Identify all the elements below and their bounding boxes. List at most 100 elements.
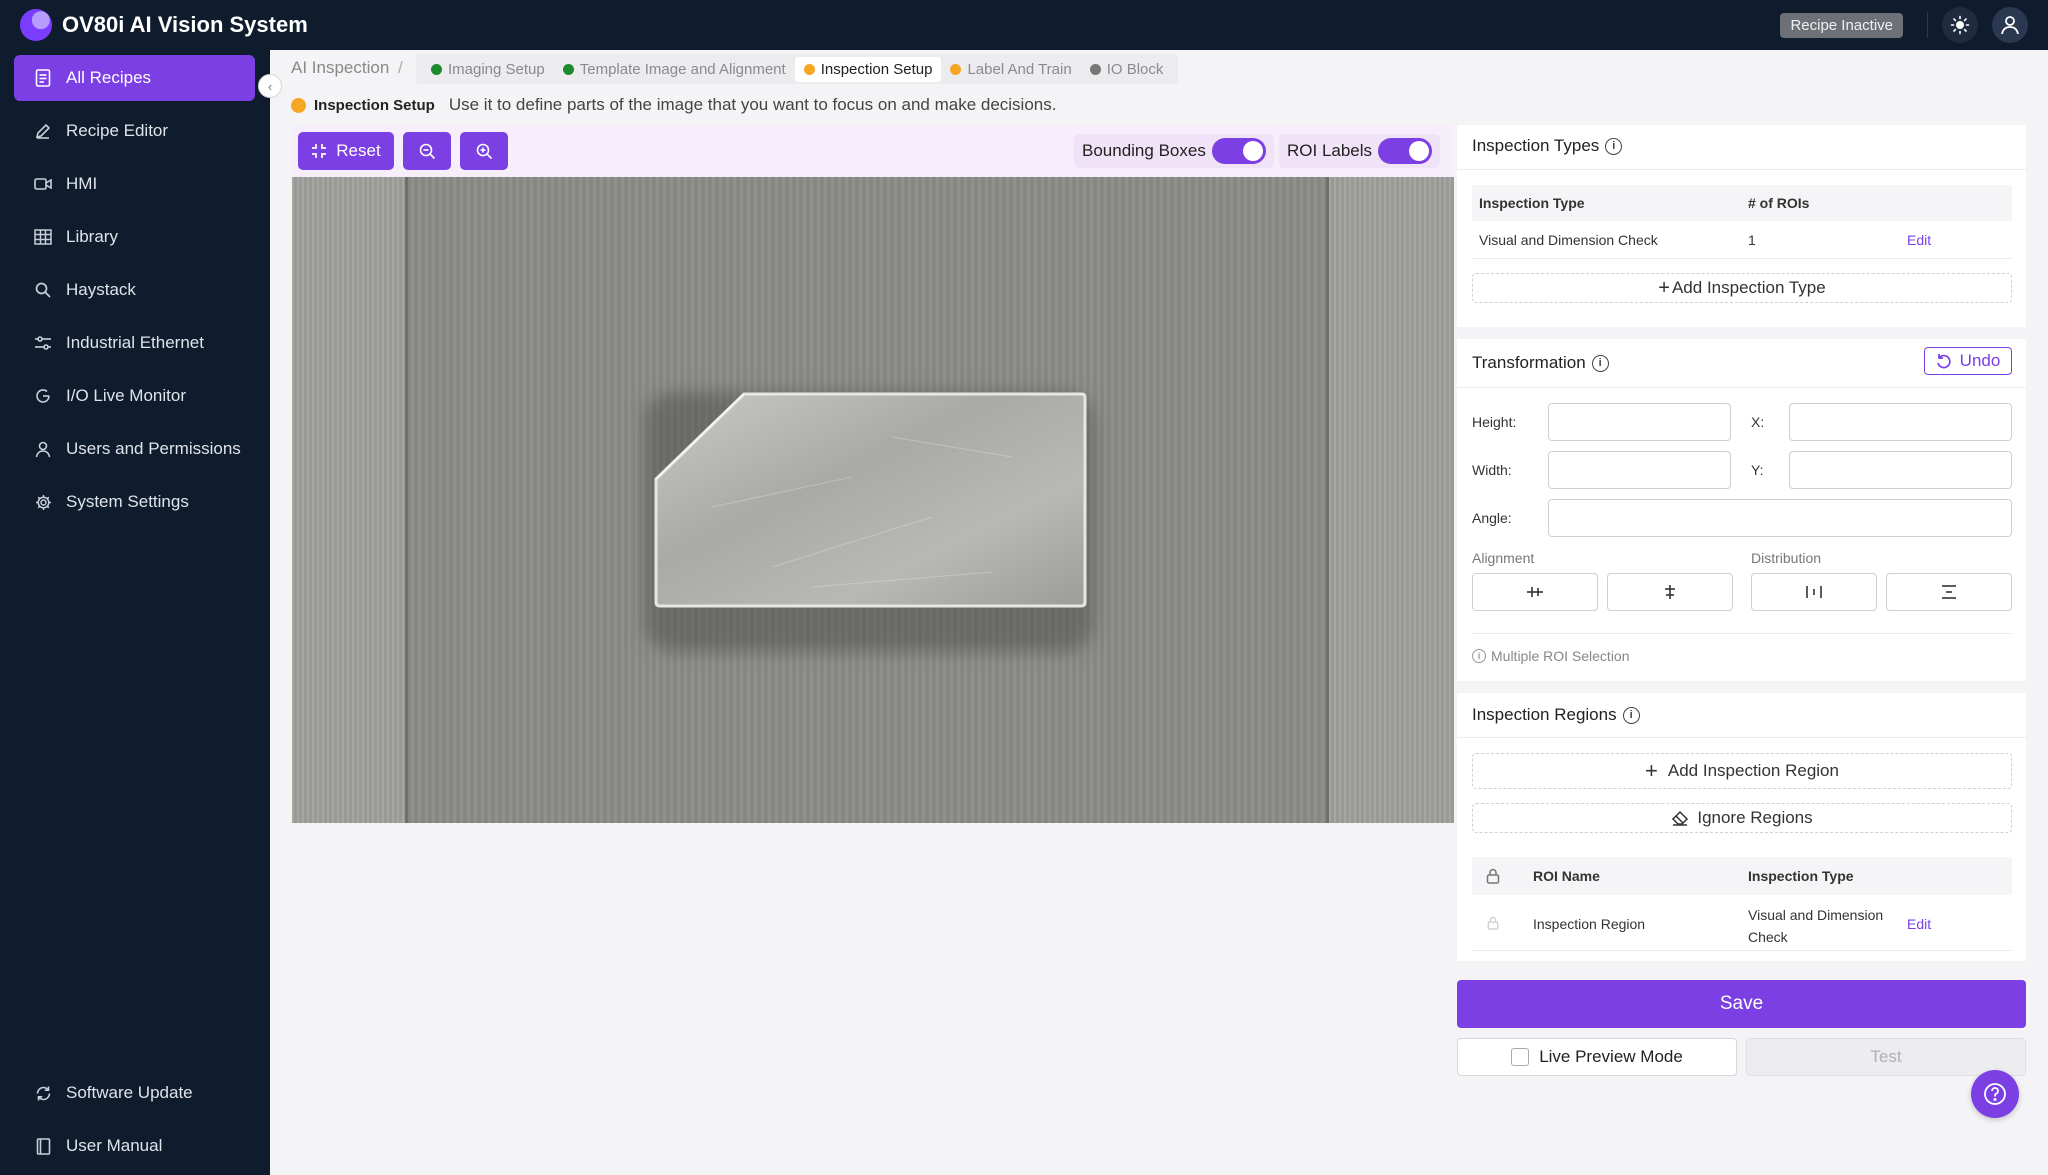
grid-icon xyxy=(32,229,54,245)
sidebar-item-software-update[interactable]: Software Update xyxy=(14,1070,255,1116)
col-region-inspection-type: Inspection Type xyxy=(1748,868,1854,884)
angle-input[interactable] xyxy=(1548,499,2012,537)
user-avatar-button[interactable] xyxy=(1992,7,2028,43)
breadcrumb-root[interactable]: AI Inspection xyxy=(291,58,389,78)
edit-region-link[interactable]: Edit xyxy=(1907,916,1931,932)
step-name: Inspection Setup xyxy=(314,96,435,114)
video-icon xyxy=(32,177,54,191)
sidebar-item-library[interactable]: Library xyxy=(14,214,255,260)
sidebar-item-all-recipes[interactable]: All Recipes xyxy=(14,55,255,101)
sidebar-item-users-permissions[interactable]: Users and Permissions xyxy=(14,426,255,472)
sidebar-item-label: User Manual xyxy=(66,1136,163,1155)
theme-toggle-button[interactable] xyxy=(1942,7,1978,43)
inspection-image[interactable] xyxy=(292,177,1454,823)
width-label: Width: xyxy=(1472,462,1512,478)
inspection-regions-title-text: Inspection Regions xyxy=(1472,705,1617,724)
test-button[interactable]: Test xyxy=(1746,1038,2026,1076)
sidebar-item-io-live-monitor[interactable]: I/O Live Monitor xyxy=(14,373,255,419)
align-vertical-center-button[interactable] xyxy=(1607,573,1733,611)
status-dot xyxy=(803,63,815,75)
sidebar-item-label: Library xyxy=(66,227,118,246)
tab-io-block[interactable]: IO Block xyxy=(1081,57,1173,82)
distribution-label: Distribution xyxy=(1751,550,1822,566)
roi-labels-label: ROI Labels xyxy=(1287,141,1373,160)
live-preview-checkbox[interactable] xyxy=(1511,1048,1530,1066)
info-icon[interactable]: i xyxy=(1591,354,1609,372)
status-dot xyxy=(950,63,962,75)
sidebar-item-label: Recipe Editor xyxy=(66,121,169,140)
divider xyxy=(1472,633,2012,634)
monitor-icon xyxy=(32,388,54,404)
bounding-boxes-switch[interactable] xyxy=(1211,138,1266,164)
tab-label-and-train[interactable]: Label And Train xyxy=(941,57,1080,82)
align-horizontal-center-button[interactable] xyxy=(1472,573,1598,611)
eraser-icon xyxy=(1672,810,1689,826)
sidebar-item-user-manual[interactable]: User Manual xyxy=(14,1123,255,1169)
tab-imaging-setup[interactable]: Imaging Setup xyxy=(422,57,554,82)
info-icon[interactable]: i xyxy=(1605,137,1623,155)
edit-inspection-type-link[interactable]: Edit xyxy=(1907,232,1931,248)
book-icon xyxy=(32,1137,54,1155)
multi-roi-hint: i Multiple ROI Selection xyxy=(1472,648,1630,664)
sidebar-item-hmi[interactable]: HMI xyxy=(14,161,255,207)
tab-label: Label And Train xyxy=(967,60,1072,78)
ignore-regions-button[interactable]: Ignore Regions xyxy=(1472,803,2012,833)
lock-icon[interactable] xyxy=(1487,916,1499,930)
undo-button[interactable]: Undo xyxy=(1924,347,2012,375)
reset-label: Reset xyxy=(336,141,381,160)
tab-inspection-setup[interactable]: Inspection Setup xyxy=(794,56,942,82)
roi-labels-toggle[interactable]: ROI Labels xyxy=(1279,134,1441,168)
live-preview-toggle[interactable]: Live Preview Mode xyxy=(1457,1038,1737,1076)
network-icon xyxy=(32,335,54,351)
zoom-out-icon xyxy=(419,143,435,159)
add-inspection-region-button[interactable]: + Add Inspection Region xyxy=(1472,753,2012,789)
plus-icon: + xyxy=(1658,276,1670,299)
roi-labels-switch[interactable] xyxy=(1378,138,1433,164)
step-tabs: Imaging Setup Template Image and Alignme… xyxy=(416,54,1179,84)
inspection-type-cell: Visual and Dimension Check xyxy=(1479,232,1658,248)
collapse-sidebar-button[interactable]: ‹ xyxy=(258,74,282,98)
undo-label: Undo xyxy=(1959,351,2001,370)
sidebar-item-recipe-editor[interactable]: Recipe Editor xyxy=(14,108,255,154)
add-inspection-type-label: Add Inspection Type xyxy=(1671,278,1826,297)
transformation-title: Transformation i xyxy=(1472,353,1609,373)
save-button[interactable]: Save xyxy=(1457,980,2026,1028)
step-description: Inspection Setup Use it to define parts … xyxy=(291,95,1056,115)
divider xyxy=(1457,169,2026,170)
y-input[interactable] xyxy=(1789,451,2012,489)
zoom-in-button[interactable] xyxy=(460,132,508,170)
distribute-vertical-button[interactable] xyxy=(1886,573,2012,611)
refresh-icon xyxy=(32,1085,54,1102)
sidebar-item-label: I/O Live Monitor xyxy=(66,386,186,405)
top-bar: OV80i AI Vision System Recipe Inactive xyxy=(0,0,2048,50)
tab-template-image-alignment[interactable]: Template Image and Alignment xyxy=(554,57,795,82)
divider xyxy=(1927,12,1928,38)
inspection-types-card: Inspection Types i Inspection Type # of … xyxy=(1457,125,2026,327)
sidebar-item-label: Users and Permissions xyxy=(66,439,241,458)
info-icon: i xyxy=(1472,649,1486,663)
reset-button[interactable]: Reset xyxy=(298,132,394,170)
sidebar-item-label: System Settings xyxy=(66,492,189,511)
pencil-icon xyxy=(32,123,54,139)
add-inspection-type-button[interactable]: + Add Inspection Type xyxy=(1472,273,2012,303)
sidebar-item-system-settings[interactable]: System Settings xyxy=(14,479,255,525)
width-input[interactable] xyxy=(1548,451,1731,489)
distribute-horizontal-button[interactable] xyxy=(1751,573,1877,611)
lock-icon[interactable] xyxy=(1486,868,1500,884)
undo-icon xyxy=(1936,354,1951,369)
app-logo xyxy=(20,9,52,41)
info-icon[interactable]: i xyxy=(1622,706,1640,724)
roi-count-cell: 1 xyxy=(1748,232,1756,248)
zoom-out-button[interactable] xyxy=(403,132,451,170)
help-button[interactable] xyxy=(1971,1070,2019,1118)
bounding-boxes-toggle[interactable]: Bounding Boxes xyxy=(1074,134,1274,168)
col-roi-name: ROI Name xyxy=(1533,868,1600,884)
live-preview-label: Live Preview Mode xyxy=(1539,1047,1683,1066)
sidebar-item-haystack[interactable]: Haystack xyxy=(14,267,255,313)
height-input[interactable] xyxy=(1548,403,1731,441)
sidebar-item-industrial-ethernet[interactable]: Industrial Ethernet xyxy=(14,320,255,366)
x-input[interactable] xyxy=(1789,403,2012,441)
search-icon xyxy=(32,282,54,298)
roi-type-line: Check xyxy=(1748,929,1788,945)
sidebar-item-label: Industrial Ethernet xyxy=(66,333,204,352)
